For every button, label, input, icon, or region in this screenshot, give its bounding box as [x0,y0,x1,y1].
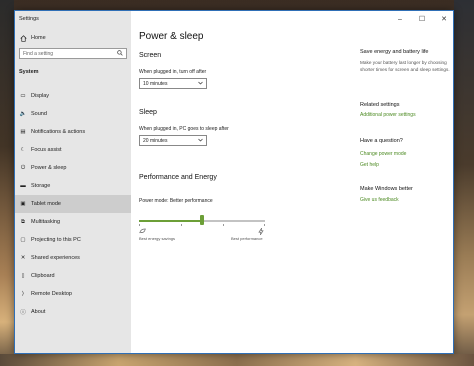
make-windows-better-heading: Make Windows better [360,186,413,192]
sidebar-item-about[interactable]: ⓘ About [15,303,131,321]
tablet-mode-icon: ▣ [20,201,26,207]
sound-icon: 🔈 [19,111,27,117]
sleep-heading: Sleep [139,109,157,116]
power-mode-label: Power mode: Better performance [139,198,213,204]
slider-tick [139,224,140,226]
sidebar-item-label: Multitasking [31,219,61,225]
settings-window: Home Find a setting System ▭ Display 🔈 Soun… [14,10,454,354]
window-title: Settings [19,16,39,22]
sleep-timeout-value: 20 minutes [143,137,168,144]
power-mode-slider-thumb[interactable] [200,215,204,225]
get-help-link[interactable]: Get help [360,162,379,168]
home-label: Home [31,35,46,41]
search-placeholder: Find a setting [23,50,54,57]
slider-tick [181,224,182,226]
nav-list: ▭ Display 🔈 Sound ▤ Notifications & actions ☾ F… [15,87,131,321]
related-settings-heading: Related settings [360,102,400,108]
notifications-icon: ▤ [20,129,26,135]
sidebar-item-label: Shared experiences [31,255,80,261]
additional-power-settings-link[interactable]: Additional power settings [360,112,416,118]
about-icon: ⓘ [20,310,26,316]
remote-desktop-icon: ⟩ [21,291,25,297]
sidebar-item-tablet-mode[interactable]: ▣ Tablet mode [15,195,131,213]
change-power-mode-link[interactable]: Change power mode [360,151,406,157]
power-icon: ⏻ [20,164,26,171]
sidebar-item-power-sleep[interactable]: ⏻ Power & sleep [15,159,131,177]
desktop-wallpaper-left [0,0,14,366]
search-input[interactable]: Find a setting [19,48,127,59]
section-label-system: System [19,69,39,75]
give-us-feedback-link[interactable]: Give us feedback [360,197,399,203]
sidebar-item-label: Sound [31,111,47,117]
desktop-wallpaper-bottom [0,354,474,366]
sidebar-item-remote-desktop[interactable]: ⟩ Remote Desktop [15,285,131,303]
multitasking-icon: ⧉ [21,218,25,225]
screen-timeout-value: 10 minutes [143,80,168,87]
sidebar-item-label: Display [31,93,50,99]
sleep-timeout-label: When plugged in, PC goes to sleep after [139,126,229,132]
sleep-timeout-dropdown[interactable]: 20 minutes [139,135,207,146]
sidebar-item-label: Clipboard [31,273,55,279]
save-energy-text: Make your battery last longer by choosin… [360,60,450,72]
sidebar-item-label: About [31,309,46,315]
sidebar-item-focus-assist[interactable]: ☾ Focus assist [15,141,131,159]
best-energy-savings-caption: Best energy savings [139,236,176,241]
sidebar-item-shared-experiences[interactable]: ✕ Shared experiences [15,249,131,267]
screen-timeout-label: When plugged in, turn off after [139,69,207,75]
focus-assist-icon: ☾ [20,147,26,153]
home-icon [15,34,31,42]
home-nav-item[interactable]: Home [15,31,131,45]
screen-heading: Screen [139,52,162,59]
storage-icon: ▬ [20,183,26,189]
best-performance-caption: Best performance [231,236,263,241]
maximize-button[interactable]: ☐ [411,11,433,27]
sidebar-item-label: Remote Desktop [31,291,72,297]
desktop-wallpaper-right [454,0,474,366]
chevron-down-icon [198,138,203,144]
chevron-down-icon [198,81,203,87]
sidebar-item-label: Projecting to this PC [31,237,81,243]
sidebar-item-label: Focus assist [31,147,62,153]
minimize-button[interactable]: – [389,11,411,27]
clipboard-icon: ▯ [21,273,25,279]
shared-experiences-icon: ✕ [20,255,26,261]
sidebar-item-label: Tablet mode [31,201,61,207]
sidebar-item-projecting-to-this-pc[interactable]: ▢ Projecting to this PC [15,231,131,249]
slider-tick [223,224,224,226]
sidebar-item-storage[interactable]: ▬ Storage [15,177,131,195]
sidebar-item-notifications-actions[interactable]: ▤ Notifications & actions [15,123,131,141]
leaf-icon [139,228,146,236]
slider-tick [264,224,265,226]
page-title: Power & sleep [139,31,204,42]
sidebar-item-display[interactable]: ▭ Display [15,87,131,105]
projecting-icon: ▢ [20,237,26,243]
sidebar-item-label: Notifications & actions [31,129,86,135]
search-icon [117,49,123,58]
performance-heading: Performance and Energy [139,174,217,181]
sidebar-item-multitasking[interactable]: ⧉ Multitasking [15,213,131,231]
close-button[interactable]: ✕ [433,11,453,27]
sidebar-item-sound[interactable]: 🔈 Sound [15,105,131,123]
power-mode-slider-fill [139,220,202,222]
display-icon: ▭ [20,93,26,99]
window-controls: – ☐ ✕ [389,11,453,27]
sidebar-item-clipboard[interactable]: ▯ Clipboard [15,267,131,285]
sidebar-item-label: Storage [31,183,51,189]
screen-timeout-dropdown[interactable]: 10 minutes [139,78,207,89]
save-energy-heading: Save energy and battery life [360,49,429,55]
main-content: Power & sleep Screen When plugged in, tu… [139,11,453,353]
have-a-question-heading: Have a question? [360,138,403,144]
sidebar-item-label: Power & sleep [31,165,67,171]
sidebar: Home Find a setting System ▭ Display 🔈 Soun… [15,11,131,353]
